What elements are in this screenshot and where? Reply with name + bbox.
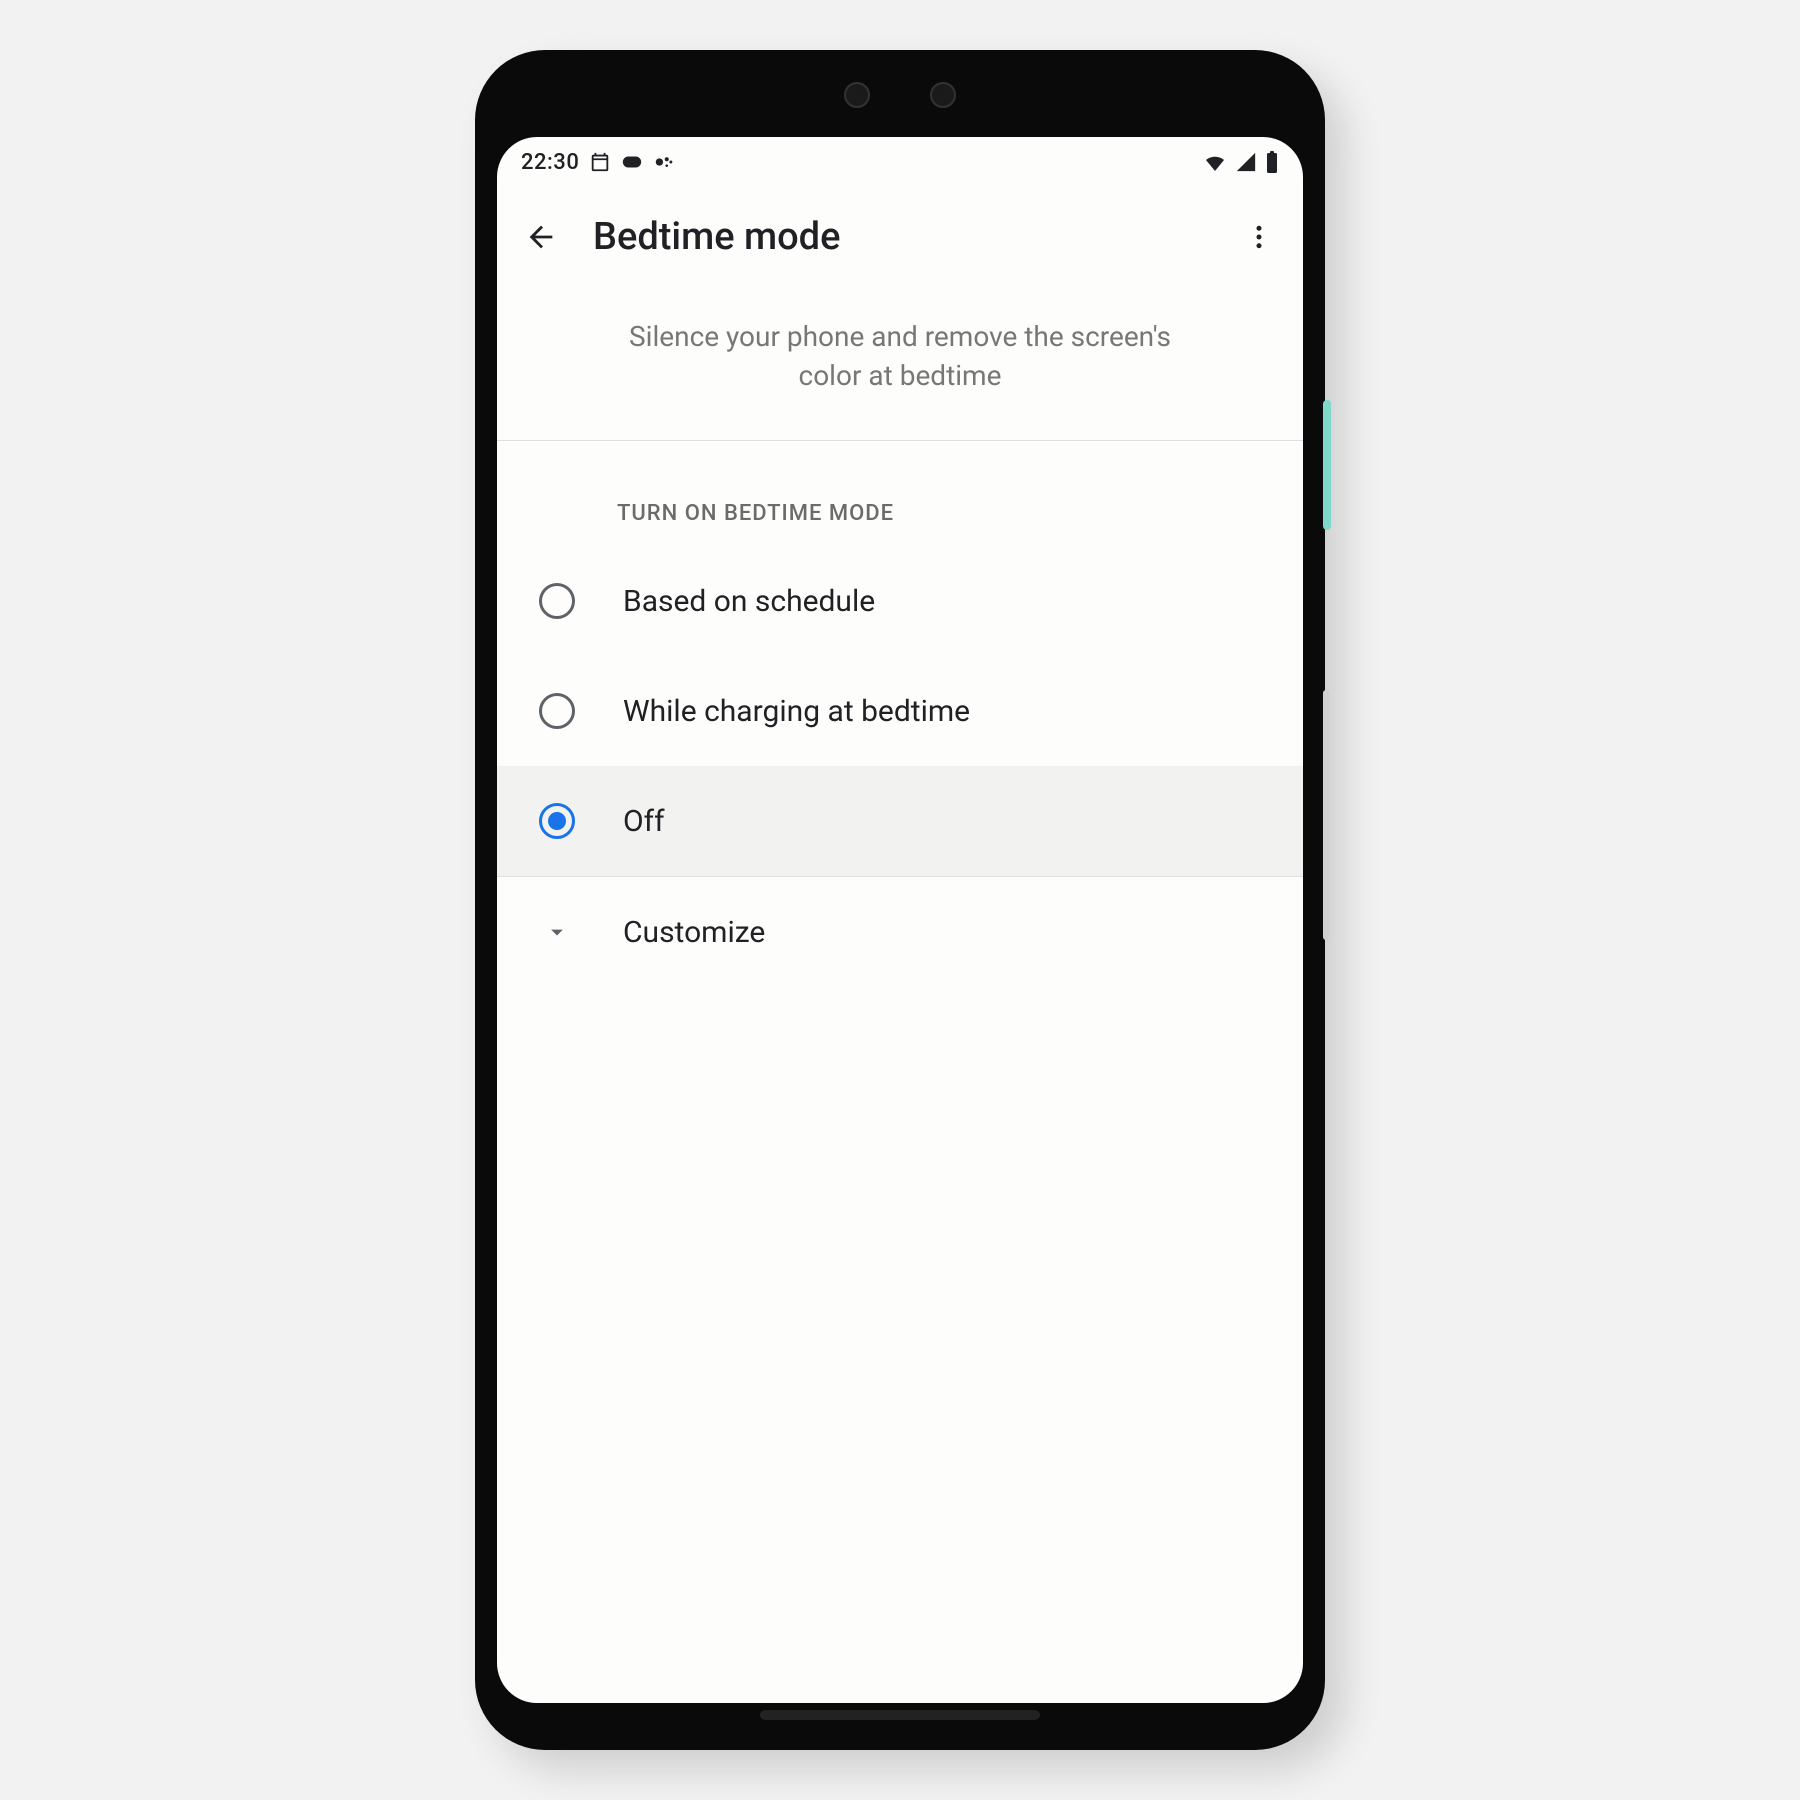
radio-icon	[539, 583, 575, 619]
status-time: 22:30	[521, 150, 579, 175]
status-bar-right	[1203, 150, 1279, 174]
phone-power-button	[1323, 400, 1331, 530]
phone-top-sensors	[844, 82, 956, 108]
overflow-menu-button[interactable]	[1239, 217, 1279, 257]
page-title: Bedtime mode	[593, 215, 1207, 259]
radio-option-off[interactable]: Off	[497, 766, 1303, 876]
mask-icon	[621, 151, 643, 173]
radio-label: Based on schedule	[623, 584, 875, 619]
radio-icon	[539, 693, 575, 729]
calendar-icon	[589, 151, 611, 173]
radio-inner-dot	[548, 812, 566, 830]
page-description: Silence your phone and remove the screen…	[497, 287, 1303, 440]
customize-label: Customize	[623, 915, 765, 950]
customize-row[interactable]: Customize	[497, 877, 1303, 987]
radio-icon-selected	[539, 803, 575, 839]
back-button[interactable]	[521, 217, 561, 257]
section-header: TURN ON BEDTIME MODE	[497, 441, 1303, 546]
front-sensor-icon	[930, 82, 956, 108]
assistant-icon	[653, 151, 675, 173]
phone-volume-button	[1323, 690, 1329, 940]
phone-frame: 22:30	[475, 50, 1325, 1750]
radio-label: While charging at bedtime	[623, 694, 970, 729]
chevron-down-icon	[543, 918, 571, 946]
wifi-icon	[1203, 150, 1227, 174]
radio-option-charging[interactable]: While charging at bedtime	[497, 656, 1303, 766]
radio-option-schedule[interactable]: Based on schedule	[497, 546, 1303, 656]
cellular-icon	[1235, 151, 1257, 173]
more-vert-icon	[1244, 222, 1274, 252]
phone-bottom-speaker	[760, 1710, 1040, 1720]
status-bar: 22:30	[497, 137, 1303, 187]
battery-icon	[1265, 150, 1279, 174]
front-camera-icon	[844, 82, 870, 108]
status-bar-left: 22:30	[521, 150, 675, 175]
arrow-back-icon	[524, 220, 558, 254]
app-bar: Bedtime mode	[497, 187, 1303, 287]
radio-label: Off	[623, 804, 665, 839]
screen: 22:30	[497, 137, 1303, 1703]
